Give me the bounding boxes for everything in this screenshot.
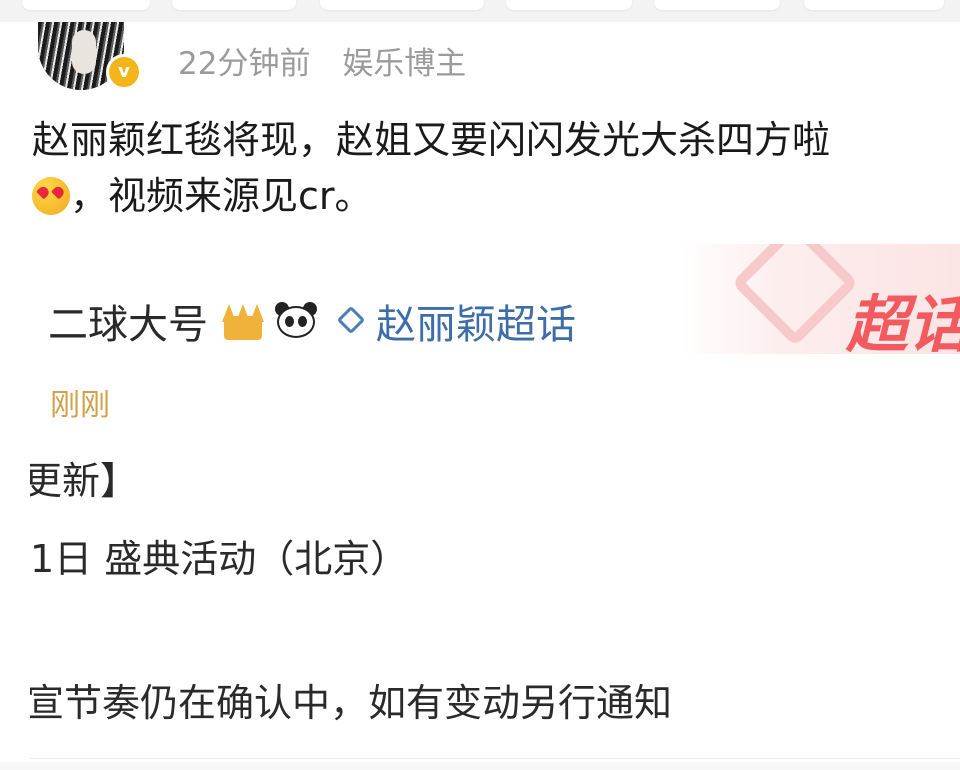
- verified-badge-icon: v: [106, 54, 142, 90]
- chaohua-watermark: 超话: [846, 288, 960, 361]
- post-meta: 22分钟前 娱乐博主: [178, 38, 466, 83]
- gem-icon: [336, 310, 366, 332]
- bottom-strip: [0, 762, 960, 770]
- top-tab-pill[interactable]: [654, 0, 780, 10]
- top-tab-pill[interactable]: [804, 0, 944, 10]
- post-text-part2: ，视频来源见cr。: [70, 174, 373, 218]
- crown-icon: [222, 302, 264, 340]
- embedded-author: 二球大号: [48, 302, 208, 348]
- embedded-header: 二球大号 赵丽颖超话: [48, 292, 576, 350]
- top-tab-strip: [0, 0, 960, 22]
- heart-eyes-emoji-icon: [32, 177, 70, 215]
- top-tab-pill[interactable]: [320, 0, 484, 10]
- embedded-text-line: 宣节奏仍在确认中，如有变动另行通知: [30, 681, 673, 725]
- top-tab-pill[interactable]: [172, 0, 296, 10]
- embedded-screenshot[interactable]: 超话 二球大号 赵丽颖超话 刚刚 更新】 1日 盛典活动（北京） 宣节奏仍在确认…: [30, 244, 960, 756]
- panda-icon: [274, 302, 318, 340]
- topic-link: 赵丽颖超话: [376, 302, 576, 348]
- post-text: 赵丽颖红毯将现，赵姐又要闪闪发光大杀四方啦 ，视频来源见cr。: [32, 112, 922, 224]
- post-text-part1: 赵丽颖红毯将现，赵姐又要闪闪发光大杀四方啦: [32, 118, 831, 162]
- embedded-text-line: 更新】: [30, 459, 139, 503]
- top-tab-pill[interactable]: [22, 0, 150, 10]
- post-time: 22分钟前: [178, 46, 311, 82]
- embedded-time: 刚刚: [50, 388, 110, 423]
- embedded-text-line: 1日 盛典活动（北京）: [30, 537, 409, 581]
- avatar-face: [72, 30, 96, 74]
- post-source-tag: 娱乐博主: [342, 46, 467, 82]
- divider: [30, 758, 960, 759]
- top-tab-pill[interactable]: [506, 0, 632, 10]
